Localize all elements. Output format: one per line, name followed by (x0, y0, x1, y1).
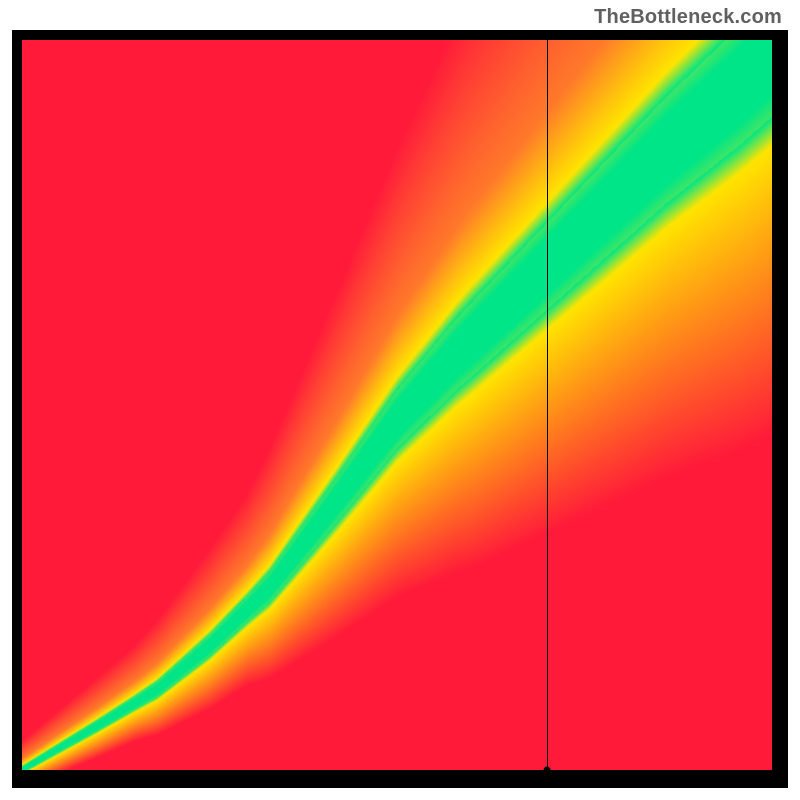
crosshair-horizontal-line (22, 770, 772, 771)
watermark-label: TheBottleneck.com (594, 6, 782, 29)
heatmap-plot (22, 40, 772, 770)
chart-frame (12, 30, 788, 788)
crosshair-marker-dot (544, 767, 551, 771)
crosshair-vertical-line (547, 40, 548, 770)
heatmap-canvas (22, 40, 772, 770)
